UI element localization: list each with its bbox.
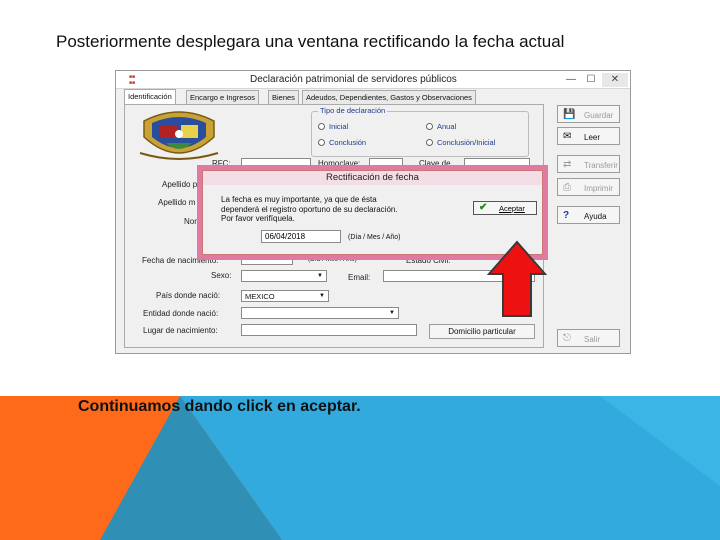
window-title: Declaración patrimonial de servidores pú…	[250, 74, 457, 85]
save-icon: 💾	[563, 109, 576, 120]
imprimir-label: Imprimir	[584, 184, 613, 193]
ayuda-label: Ayuda	[584, 212, 607, 221]
state-crest-icon	[139, 111, 219, 160]
ayuda-button[interactable]: ? Ayuda	[557, 206, 620, 224]
radio-conclusion[interactable]: Conclusión	[318, 138, 366, 147]
salir-label: Salir	[584, 335, 601, 344]
exit-icon: ⎋	[563, 333, 571, 344]
transferir-button[interactable]: ⇄ Transferir	[557, 155, 620, 173]
checkmark-icon: ✔	[479, 202, 488, 213]
guardar-button[interactable]: 💾 Guardar	[557, 105, 620, 123]
date-input[interactable]: 06/04/2018	[261, 230, 341, 243]
radio-label: Conclusión	[329, 138, 367, 147]
decorative-band-shapes	[0, 396, 720, 540]
tipo-declaracion-legend: Tipo de declaración	[318, 106, 388, 115]
maximize-button[interactable]: ☐	[582, 73, 600, 87]
dialog-message-line: La fecha es muy importante, ya que de és…	[221, 195, 377, 204]
entidad-label: Entidad donde nació:	[143, 309, 219, 318]
dialog-message-line: dependerá el registro oportuno de su dec…	[221, 204, 398, 214]
sexo-label: Sexo:	[211, 271, 232, 280]
decorative-band	[0, 396, 720, 540]
leer-label: Leer	[584, 133, 601, 142]
dialog-message: La fecha es muy importante, ya que de és…	[221, 195, 461, 224]
aceptar-button[interactable]: ✔ Aceptar	[473, 201, 537, 215]
help-icon: ?	[563, 210, 570, 221]
close-button[interactable]: ✕	[602, 73, 628, 87]
radio-circle-icon	[426, 139, 433, 146]
radio-circle-icon	[318, 123, 325, 130]
red-up-arrow-icon	[487, 240, 547, 317]
apellido-materno-label: Apellido m	[158, 198, 196, 207]
tab-identificacion[interactable]: Identificación	[124, 89, 176, 104]
chevron-down-icon: ▼	[319, 293, 325, 299]
transferir-label: Transferir	[584, 161, 618, 170]
radio-label: Anual	[437, 122, 457, 131]
printer-icon: ⎙	[563, 182, 571, 193]
tab-bienes[interactable]: Bienes	[268, 90, 299, 104]
radio-inicial[interactable]: Inicial	[318, 122, 348, 131]
slide-title: Posteriormente desplegara una ventana re…	[56, 32, 565, 51]
minimize-button[interactable]: —	[562, 73, 580, 87]
dialog-message-line: Por favor verifíquela.	[221, 214, 295, 223]
date-hint: (Día / Mes / Año)	[348, 234, 401, 241]
radio-label: Inicial	[329, 122, 349, 131]
read-icon: ✉	[563, 131, 572, 142]
radio-anual[interactable]: Anual	[426, 122, 456, 131]
tipo-declaracion-group: Tipo de declaración Inicial Anual Conclu…	[311, 106, 529, 157]
radio-conclusion-inicial[interactable]: Conclusión/Inicial	[426, 138, 495, 147]
transfer-icon: ⇄	[563, 159, 572, 170]
sexo-select[interactable]: ▼	[241, 270, 327, 282]
slide-caption: Continuamos dando click en aceptar.	[78, 398, 361, 415]
pais-value: MEXICO	[245, 292, 275, 301]
tab-encargo-ingresos[interactable]: Encargo e Ingresos	[186, 90, 260, 104]
radio-label: Conclusión/Inicial	[437, 138, 496, 147]
app-logo-icon: ■■ ■■	[128, 74, 136, 86]
pais-label: País donde nació:	[156, 291, 221, 300]
guardar-label: Guardar	[584, 111, 614, 120]
lugar-input[interactable]	[241, 324, 417, 336]
chevron-down-icon: ▼	[389, 310, 395, 316]
slide: Posteriormente desplegara una ventana re…	[0, 0, 720, 540]
domicilio-particular-button[interactable]: Domicilio particular	[429, 324, 535, 339]
entidad-select[interactable]: ▼	[241, 307, 399, 319]
salir-button[interactable]: ⎋ Salir	[557, 329, 620, 347]
aceptar-label: Aceptar	[499, 204, 525, 213]
chevron-down-icon: ▼	[317, 273, 323, 279]
email-label: Email:	[348, 273, 371, 282]
leer-button[interactable]: ✉ Leer	[557, 127, 620, 145]
tab-adeudos[interactable]: Adeudos, Dependientes, Gastos y Observac…	[302, 90, 476, 104]
lugar-label: Lugar de nacimiento:	[143, 326, 218, 335]
window-titlebar: ■■ ■■ Declaración patrimonial de servidor…	[116, 71, 630, 89]
radio-circle-icon	[426, 123, 433, 130]
pais-select[interactable]: MEXICO ▼	[241, 290, 329, 302]
imprimir-button[interactable]: ⎙ Imprimir	[557, 178, 620, 196]
dialog-title: Rectificación de fecha	[203, 171, 542, 185]
radio-circle-icon	[318, 139, 325, 146]
apellido-paterno-label: Apellido p	[162, 180, 198, 189]
